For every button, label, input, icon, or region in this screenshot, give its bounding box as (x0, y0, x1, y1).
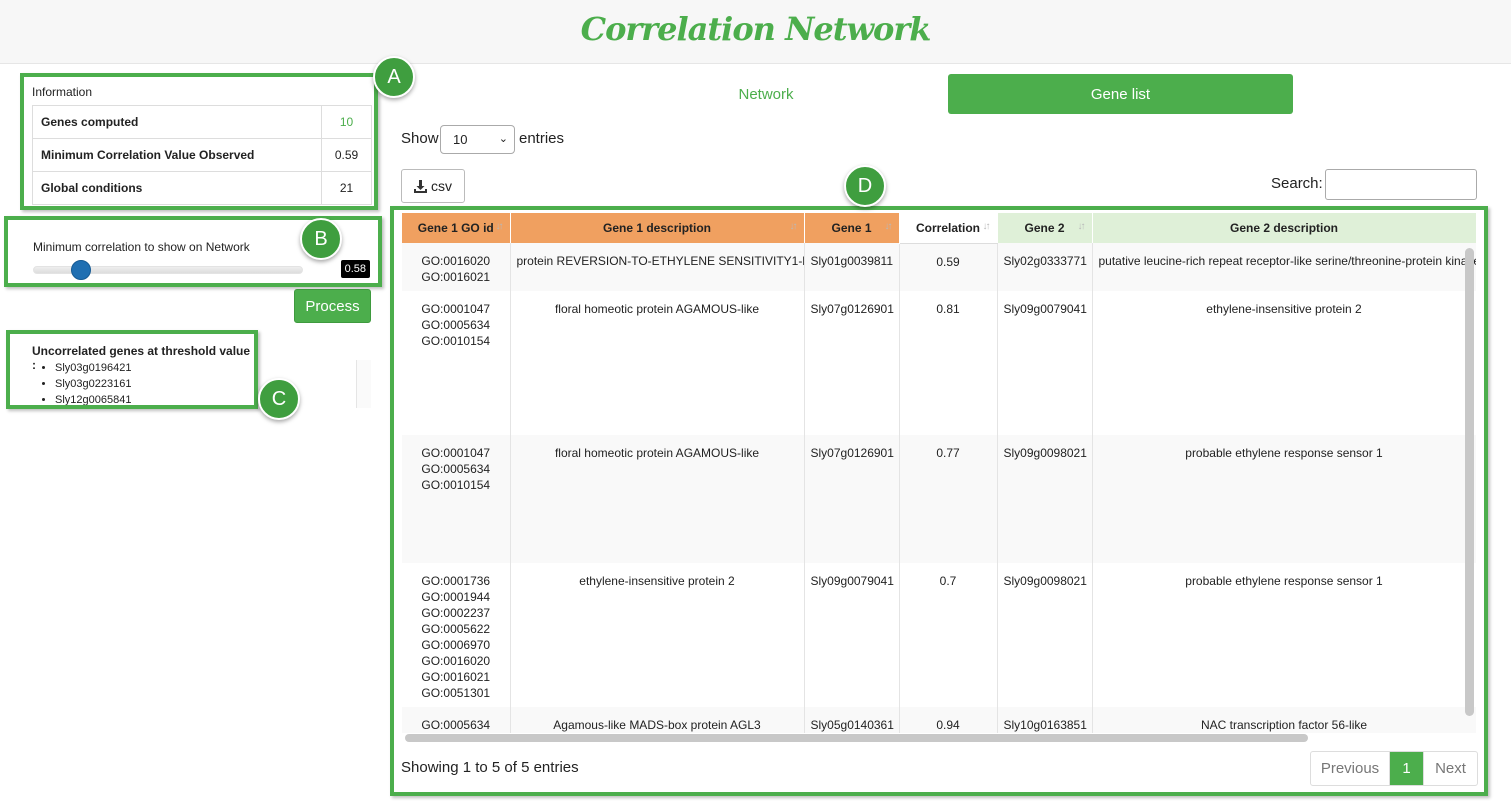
cell-gene2: Sly09g0079041 (997, 291, 1093, 435)
info-row: Global conditions 21 (32, 171, 372, 205)
search-input[interactable] (1325, 169, 1477, 200)
info-label: Genes computed (32, 105, 322, 139)
cell-gene1: Sly05g0140361 (804, 707, 900, 733)
tab-network[interactable]: Network (701, 74, 831, 114)
column-header-correlation[interactable]: Correlation ↓↑ (899, 213, 998, 244)
cell-gene1: Sly07g0126901 (804, 435, 900, 563)
sort-icon: ↓↑ (495, 221, 504, 232)
csv-label: csv (431, 178, 452, 194)
page-1-button[interactable]: 1 (1390, 752, 1423, 785)
entries-select[interactable]: 10 ⌄ (440, 125, 515, 154)
marker-a: A (373, 56, 415, 98)
table-row: GO:0001047 GO:0005634 GO:0010154 floral … (402, 291, 1476, 435)
slider-label: Minimum correlation to show on Network (33, 240, 250, 254)
info-value: 0.59 (321, 138, 372, 172)
cell-go: GO:0016020 GO:0016021 (402, 243, 511, 291)
download-icon (414, 179, 427, 193)
cell-desc2: putative leucine-rich repeat receptor-li… (1092, 243, 1476, 291)
sort-icon: ↓↑ (1077, 221, 1086, 232)
information-table: Genes computed 10 Minimum Correlation Va… (32, 105, 372, 205)
info-value: 21 (321, 171, 372, 205)
column-header-gene2[interactable]: Gene 2 ↓↑ (997, 213, 1093, 243)
table-row: GO:0005634 Agamous-like MADS-box protein… (402, 707, 1476, 733)
cell-gene2: Sly09g0098021 (997, 563, 1093, 707)
slider-handle[interactable] (70, 260, 91, 280)
info-label: Minimum Correlation Value Observed (32, 138, 322, 172)
list-item: Sly03g0196421 (55, 360, 131, 376)
cell-desc2: probable ethylene response sensor 1 (1092, 563, 1476, 707)
uncorrelated-list: Sly03g0196421 Sly03g0223161 Sly12g006584… (55, 360, 131, 405)
show-label: Show (401, 130, 439, 147)
page-title: Correlation Network (580, 10, 932, 48)
cell-desc2: probable ethylene response sensor 1 (1092, 435, 1476, 563)
showing-entries-info: Showing 1 to 5 of 5 entries (401, 759, 579, 776)
search-label: Search: (1271, 175, 1323, 192)
cell-desc2: ethylene-insensitive protein 2 (1092, 291, 1476, 435)
cell-gene1: Sly01g0039811 (804, 243, 900, 291)
cell-correlation: 0.77 (899, 435, 998, 563)
info-row: Minimum Correlation Value Observed 0.59 (32, 138, 372, 172)
marker-b: B (300, 218, 342, 260)
cell-go: GO:0001047 GO:0005634 GO:0010154 (402, 435, 511, 563)
table-horizontal-scrollbar[interactable] (405, 734, 1308, 742)
cell-go: GO:0001736 GO:0001944 GO:0002237 GO:0005… (402, 563, 511, 707)
cell-desc1: Agamous-like MADS-box protein AGL3 (510, 707, 805, 733)
cell-desc1: protein REVERSION-TO-ETHYLENE SENSITIVIT… (510, 243, 805, 291)
sort-icon: ↓↑ (789, 221, 798, 232)
cell-desc1: floral homeotic protein AGAMOUS-like (510, 291, 805, 435)
uncorrelated-scrollbar[interactable] (356, 360, 371, 408)
cell-gene2: Sly10g0163851 (997, 707, 1093, 733)
list-item: Sly12g0065841 (55, 392, 131, 405)
gene-table: Gene 1 GO id ↓↑ Gene 1 description ↓↑ Gene… (402, 213, 1476, 733)
tab-gene-list[interactable]: Gene list (948, 74, 1293, 114)
cell-correlation: 0.81 (899, 291, 998, 435)
csv-download-button[interactable]: csv (401, 169, 465, 203)
next-button[interactable]: Next (1423, 752, 1477, 785)
top-bar: Correlation Network (0, 0, 1511, 64)
chevron-down-icon: ⌄ (498, 133, 508, 145)
column-header-gene2-description[interactable]: Gene 2 description (1092, 213, 1476, 243)
gene-table-scroll[interactable]: Gene 1 GO id ↓↑ Gene 1 description ↓↑ Gene… (402, 213, 1476, 733)
table-vertical-scrollbar[interactable] (1465, 248, 1474, 716)
list-item: Sly03g0223161 (55, 376, 131, 392)
info-value: 10 (321, 105, 372, 139)
process-button[interactable]: Process (294, 289, 371, 323)
previous-button[interactable]: Previous (1311, 752, 1390, 785)
marker-d: D (844, 165, 886, 207)
cell-correlation: 0.94 (899, 707, 998, 733)
cell-go: GO:0005634 (402, 707, 511, 733)
slider-value: 0.58 (340, 260, 370, 278)
cell-desc1: floral homeotic protein AGAMOUS-like (510, 435, 805, 563)
information-title: Information (32, 85, 93, 99)
info-label: Global conditions (32, 171, 322, 205)
column-header-gene1-go[interactable]: Gene 1 GO id ↓↑ (402, 213, 511, 243)
uncorrelated-genes-panel: Uncorrelated genes at threshold value : … (6, 330, 258, 409)
entries-select-value: 10 (453, 132, 468, 147)
cell-correlation: 0.59 (899, 243, 998, 291)
info-row: Genes computed 10 (32, 105, 372, 139)
marker-c: C (258, 378, 300, 420)
column-header-gene1[interactable]: Gene 1 ↓↑ (804, 213, 900, 243)
cell-gene2: Sly09g0098021 (997, 435, 1093, 563)
pagination: Previous 1 Next (1310, 751, 1478, 786)
entries-label: entries (519, 130, 565, 147)
cell-desc2: NAC transcription factor 56-like (1092, 707, 1476, 733)
column-header-gene1-description[interactable]: Gene 1 description ↓↑ (510, 213, 805, 243)
table-row: GO:0016020 GO:0016021 protein REVERSION-… (402, 243, 1476, 291)
information-panel: Information Genes computed 10 Minimum Co… (20, 73, 378, 210)
sort-icon: ↓↑ (884, 221, 893, 232)
cell-gene1: Sly09g0079041 (804, 563, 900, 707)
cell-gene1: Sly07g0126901 (804, 291, 900, 435)
table-row: GO:0001047 GO:0005634 GO:0010154 floral … (402, 435, 1476, 563)
cell-correlation: 0.7 (899, 563, 998, 707)
cell-go: GO:0001047 GO:0005634 GO:0010154 (402, 291, 511, 435)
cell-gene2: Sly02g0333771 (997, 243, 1093, 291)
cell-desc1: ethylene-insensitive protein 2 (510, 563, 805, 707)
sort-icon: ↓↑ (982, 221, 991, 232)
table-row: GO:0001736 GO:0001944 GO:0002237 GO:0005… (402, 563, 1476, 707)
